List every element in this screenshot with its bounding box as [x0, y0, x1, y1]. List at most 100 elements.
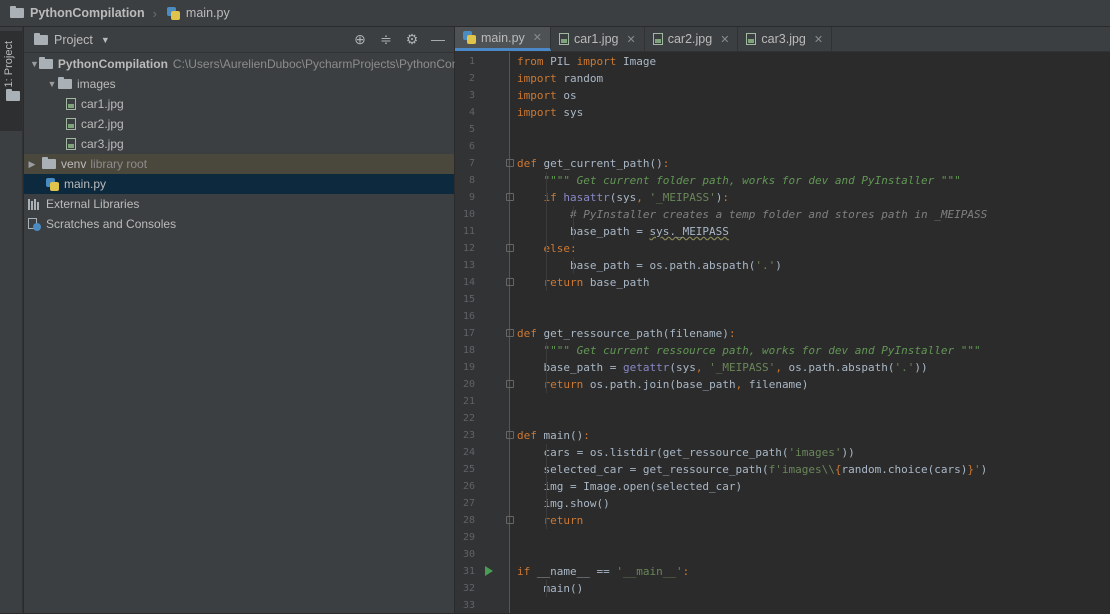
hide-panel-icon[interactable]: —: [430, 31, 446, 47]
breadcrumb-file[interactable]: main.py: [166, 6, 230, 20]
tree-file-label: car2.jpg: [81, 117, 124, 131]
line-number: 6: [468, 141, 475, 152]
line-number: 15: [462, 294, 475, 305]
tree-item-venv[interactable]: ▶ venv library root: [24, 154, 454, 174]
chevron-down-icon[interactable]: ▼: [46, 79, 58, 89]
code-line: img = Image.open(selected_car): [517, 480, 743, 493]
code-line: def get_ressource_path(filename):: [517, 327, 736, 340]
breadcrumb-project-label: PythonCompilation: [30, 6, 145, 20]
tree-file-label: car3.jpg: [81, 137, 124, 151]
locate-file-icon[interactable]: ⊕: [352, 31, 368, 47]
tree-item-car1[interactable]: car1.jpg: [24, 94, 454, 114]
project-tool-tab-label: 1: Project: [3, 41, 15, 88]
line-number: 27: [462, 498, 475, 509]
code-line: img.show(): [517, 497, 610, 510]
tree-item-external-libraries[interactable]: External Libraries: [24, 194, 454, 214]
code-area[interactable]: from PIL import Image import random import…: [510, 52, 1110, 613]
code-line: if hasattr(sys, '_MEIPASS'):: [543, 191, 729, 204]
line-number: 13: [462, 260, 475, 271]
line-number: 9: [468, 192, 475, 203]
run-icon[interactable]: [485, 566, 493, 576]
code-line: return os.path.join(base_path, filename): [543, 378, 809, 391]
code-line: def get_current_path():: [517, 157, 670, 170]
editor-gutter[interactable]: 1 2 3 4 5 6 7 8 9 10 11 12 13 14 15 16 17 18 19 20 21 22 23 24 2…: [455, 52, 514, 613]
folder-icon: [34, 32, 48, 45]
collapse-all-icon[interactable]: ≑: [378, 31, 394, 47]
folder-icon: [10, 6, 24, 18]
close-icon[interactable]: ✕: [626, 33, 635, 46]
line-number: 26: [462, 481, 475, 492]
line-number: 31: [462, 566, 475, 577]
line-number: 4: [468, 107, 475, 118]
tree-item-main[interactable]: main.py: [24, 174, 454, 194]
tab-car2-jpg[interactable]: car2.jpg ✕: [645, 27, 739, 51]
python-file-icon: [166, 6, 180, 20]
tab-car3-jpg[interactable]: car3.jpg ✕: [738, 27, 833, 51]
line-number: 19: [462, 362, 475, 373]
line-number: 2: [468, 73, 475, 84]
project-panel: Project ▼ ⊕ ≑ ⚙ — ▼ PythonCompilation C:…: [24, 27, 474, 613]
code-line: import sys: [517, 106, 584, 119]
python-file-icon: [463, 31, 476, 44]
line-number: 24: [462, 447, 475, 458]
code-line: import random: [517, 72, 604, 85]
code-line: from PIL import Image: [517, 55, 657, 68]
code-line: selected_car = get_ressource_path(f'imag…: [517, 463, 988, 476]
indent-guide: [546, 444, 547, 529]
folder-icon: [42, 157, 56, 169]
line-number: 29: [462, 532, 475, 543]
project-tool-tab[interactable]: 1: Project: [0, 31, 22, 131]
line-number: 16: [462, 311, 475, 322]
tree-item-images[interactable]: ▼ images: [24, 74, 454, 94]
folder-icon: [58, 77, 72, 89]
code-line: main(): [517, 582, 584, 595]
code-line: # PyInstaller creates a temp folder and …: [517, 208, 988, 221]
folder-icon: [38, 57, 53, 69]
image-file-icon: [66, 138, 76, 150]
tree-item-car2[interactable]: car2.jpg: [24, 114, 454, 134]
indent-guide: [546, 342, 547, 393]
code-line: def main():: [517, 429, 590, 442]
indent-guide: [573, 257, 574, 274]
folder-icon: [6, 89, 20, 101]
breadcrumb-separator-icon: ›: [152, 5, 157, 21]
tree-item-scratches[interactable]: Scratches and Consoles: [24, 214, 454, 234]
tree-item-root[interactable]: ▼ PythonCompilation C:\Users\AurelienDub…: [24, 54, 474, 74]
python-file-icon: [46, 177, 59, 191]
tab-car1-jpg[interactable]: car1.jpg ✕: [551, 27, 645, 51]
tree-venv-label: venv: [61, 157, 87, 171]
project-panel-title: Project: [54, 32, 93, 47]
code-line: """" Get current ressource path, works f…: [517, 344, 981, 357]
tab-label: car1.jpg: [574, 32, 619, 46]
tab-label: main.py: [481, 30, 525, 45]
indent-guide: [546, 172, 547, 291]
image-file-icon: [652, 33, 663, 45]
tab-main-py[interactable]: main.py ✕: [455, 27, 551, 51]
close-icon[interactable]: ✕: [814, 33, 823, 46]
code-line: if __name__ == '__main__':: [517, 565, 690, 578]
code-line: base_path = sys._MEIPASS: [517, 225, 729, 238]
line-number: 20: [462, 379, 475, 390]
tree-item-car3[interactable]: car3.jpg: [24, 134, 454, 154]
code-line: return: [543, 514, 584, 527]
chevron-down-icon[interactable]: ▼: [30, 59, 39, 69]
project-view-selector[interactable]: Project ▼: [34, 32, 110, 47]
close-icon[interactable]: ✕: [720, 33, 729, 46]
image-file-icon: [66, 98, 76, 110]
project-tree: ▼ PythonCompilation C:\Users\AurelienDub…: [24, 54, 474, 234]
tree-root-path: C:\Users\AurelienDuboc\PycharmProjects\P…: [172, 57, 474, 71]
line-number: 23: [462, 430, 475, 441]
line-number: 3: [468, 90, 475, 101]
breadcrumb-project[interactable]: PythonCompilation: [10, 6, 145, 20]
close-icon[interactable]: ✕: [533, 31, 542, 44]
line-number: 32: [462, 583, 475, 594]
chevron-right-icon[interactable]: ▶: [26, 159, 38, 170]
line-number: 1: [468, 56, 475, 67]
line-number: 11: [462, 226, 475, 237]
navigation-bar: PythonCompilation › main.py: [0, 0, 1110, 27]
line-number: 8: [468, 175, 475, 186]
gear-icon[interactable]: ⚙: [404, 31, 420, 47]
line-number: 22: [462, 413, 475, 424]
indent-guide: [573, 206, 574, 240]
tree-scratches-label: Scratches and Consoles: [46, 217, 177, 231]
